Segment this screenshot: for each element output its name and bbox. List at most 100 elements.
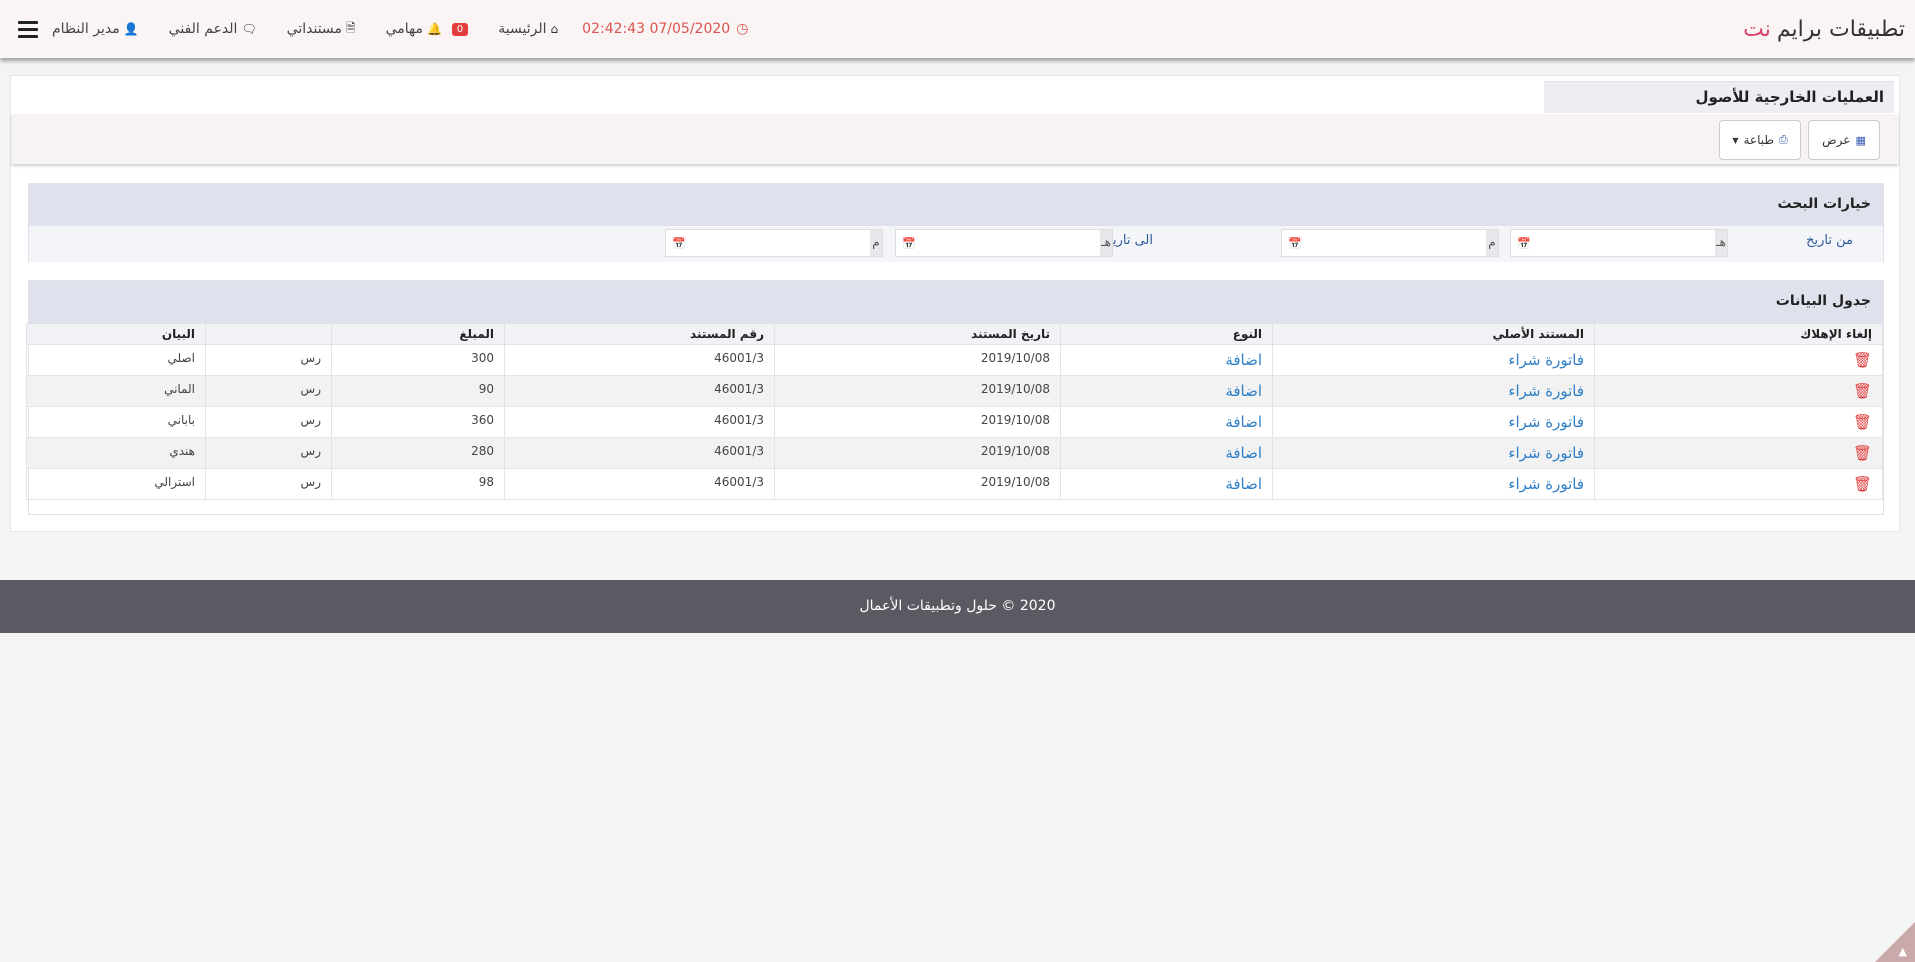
col-cancel[interactable]: إلغاء الإهلاك <box>1594 323 1883 345</box>
to-date-hijri-input[interactable]: هـ 📅 <box>895 229 1113 257</box>
hijri-unit: هـ <box>1715 230 1727 256</box>
scroll-to-top-button[interactable] <box>1875 922 1915 962</box>
currency-cell: رس <box>205 468 332 500</box>
amount-cell: 98 <box>331 468 505 500</box>
col-doc-no[interactable]: رقم المستند <box>504 323 775 345</box>
type-link[interactable]: اضافة <box>1225 444 1262 462</box>
nav-documents[interactable]: 🗎 مستنداتي <box>287 19 356 40</box>
table-row: 🗑 فاتورة شراء اضافة 2019/10/08 46001/3 2… <box>26 437 1883 469</box>
trash-icon[interactable]: 🗑 <box>1853 382 1872 400</box>
type-link[interactable]: اضافة <box>1225 413 1262 431</box>
nav-user[interactable]: 👤 مدير النظام <box>52 21 139 37</box>
amount-cell: 360 <box>331 406 505 438</box>
statement-cell: استرالي <box>26 468 206 500</box>
data-table-panel: جدول البيانات إلغاء الإهلاك المستند الأص… <box>26 280 1884 515</box>
from-date-hijri-input[interactable]: هـ 📅 <box>1510 229 1728 257</box>
col-statement[interactable]: البيان <box>26 323 206 345</box>
currency-cell: رس <box>205 437 332 469</box>
tasks-badge: 0 <box>451 22 469 36</box>
user-icon: 👤 <box>123 22 139 36</box>
hijri-unit: هـ <box>1100 230 1112 256</box>
type-link[interactable]: اضافة <box>1225 382 1262 400</box>
col-doc-date[interactable]: تاريخ المستند <box>774 323 1061 345</box>
print-button-label: طباعة <box>1743 133 1774 147</box>
nav-tasks-label: مهامي <box>385 21 423 37</box>
print-dropdown-button[interactable]: ⎙ طباعة ▼ <box>1719 120 1801 160</box>
data-table-title: جدول البيانات <box>29 281 1883 323</box>
original-doc-link[interactable]: فاتورة شراء <box>1508 382 1584 400</box>
nav-home[interactable]: ⌂ الرئيسية <box>498 21 558 37</box>
search-options-panel: خيارات البحث من تاريخ هـ 📅 م 📅 الى تاريخ… <box>28 183 1884 262</box>
calendar-icon[interactable]: 📅 <box>1517 237 1531 250</box>
trash-icon[interactable]: 🗑 <box>1853 475 1872 493</box>
file-icon: 🗎 <box>345 20 356 35</box>
comments-icon: 🗨 <box>241 22 257 36</box>
doc-no-cell: 46001/3 <box>504 375 775 407</box>
nav-home-label: الرئيسية <box>498 21 547 37</box>
arrow-up-icon[interactable]: ▲ <box>1899 945 1907 958</box>
currency-cell: رس <box>205 406 332 438</box>
col-type[interactable]: النوع <box>1060 323 1273 345</box>
amount-cell: 280 <box>331 437 505 469</box>
greg-unit: م <box>1486 230 1498 256</box>
doc-date-cell: 2019/10/08 <box>774 375 1061 407</box>
view-button[interactable]: ▦ عرض <box>1808 120 1880 160</box>
doc-date-cell: 2019/10/08 <box>774 406 1061 438</box>
trash-icon[interactable]: 🗑 <box>1853 351 1872 369</box>
trash-icon[interactable]: 🗑 <box>1853 413 1872 431</box>
home-icon: ⌂ <box>550 22 559 36</box>
greg-unit: م <box>870 230 882 256</box>
table-row: 🗑 فاتورة شراء اضافة 2019/10/08 46001/3 9… <box>26 375 1883 407</box>
nav-tasks[interactable]: 0 🔔 مهامي <box>386 21 469 37</box>
top-nav-links: ◷ 02:42:43 07/05/2020 ⌂ الرئيسية 0 🔔 مها… <box>6 19 748 40</box>
data-table: إلغاء الإهلاك المستند الأصلي النوع تاريخ… <box>26 323 1883 500</box>
original-doc-link[interactable]: فاتورة شراء <box>1508 444 1584 462</box>
table-icon: ▦ <box>1855 133 1866 147</box>
from-date-label: من تاريخ <box>1806 233 1853 248</box>
clock-datetime: 02:42:43 07/05/2020 <box>582 21 731 37</box>
clock-icon: ◷ <box>736 21 749 37</box>
doc-no-cell: 46001/3 <box>504 437 775 469</box>
clock-display: ◷ 02:42:43 07/05/2020 <box>582 21 748 37</box>
hamburger-icon[interactable] <box>18 20 38 38</box>
calendar-icon[interactable]: 📅 <box>902 237 916 250</box>
nav-user-label: مدير النظام <box>52 21 120 37</box>
col-currency[interactable] <box>205 323 332 345</box>
doc-no-cell: 46001/3 <box>504 344 775 376</box>
nav-support[interactable]: 🗨 الدعم الفني <box>169 21 257 37</box>
statement-cell: الماني <box>26 375 206 407</box>
nav-support-label: الدعم الفني <box>168 21 238 37</box>
doc-date-cell: 2019/10/08 <box>774 344 1061 376</box>
currency-cell: رس <box>205 375 332 407</box>
original-doc-link[interactable]: فاتورة شراء <box>1508 351 1584 369</box>
to-date-greg-input[interactable]: م 📅 <box>665 229 883 257</box>
page-footer: 2020 © حلول وتطبيقات الأعمال <box>0 580 1915 633</box>
col-amount[interactable]: المبلغ <box>331 323 505 345</box>
statement-cell: هندي <box>26 437 206 469</box>
doc-date-cell: 2019/10/08 <box>774 437 1061 469</box>
amount-cell: 90 <box>331 375 505 407</box>
col-original-doc[interactable]: المستند الأصلي <box>1272 323 1595 345</box>
statement-cell: اصلي <box>26 344 206 376</box>
doc-date-cell: 2019/10/08 <box>774 468 1061 500</box>
brand-main-text: تطبيقات برايم <box>1776 16 1905 42</box>
brand-accent-text: نت <box>1743 16 1771 42</box>
amount-cell: 300 <box>331 344 505 376</box>
type-link[interactable]: اضافة <box>1225 351 1262 369</box>
view-button-label: عرض <box>1822 133 1851 147</box>
original-doc-link[interactable]: فاتورة شراء <box>1508 475 1584 493</box>
statement-cell: باباني <box>26 406 206 438</box>
type-link[interactable]: اضافة <box>1225 475 1262 493</box>
original-doc-link[interactable]: فاتورة شراء <box>1508 413 1584 431</box>
brand-logo[interactable]: تطبيقات برايم نت <box>1743 17 1905 42</box>
from-date-greg-input[interactable]: م 📅 <box>1281 229 1499 257</box>
currency-cell: رس <box>205 344 332 376</box>
trash-icon[interactable]: 🗑 <box>1853 444 1872 462</box>
calendar-icon[interactable]: 📅 <box>672 237 686 250</box>
doc-no-cell: 46001/3 <box>504 406 775 438</box>
calendar-icon[interactable]: 📅 <box>1288 237 1302 250</box>
footer-copyright: 2020 © حلول وتطبيقات الأعمال <box>859 598 1056 614</box>
nav-documents-label: مستنداتي <box>286 21 342 37</box>
bell-icon: 🔔 <box>426 22 442 36</box>
table-row: 🗑 فاتورة شراء اضافة 2019/10/08 46001/3 9… <box>26 468 1883 500</box>
